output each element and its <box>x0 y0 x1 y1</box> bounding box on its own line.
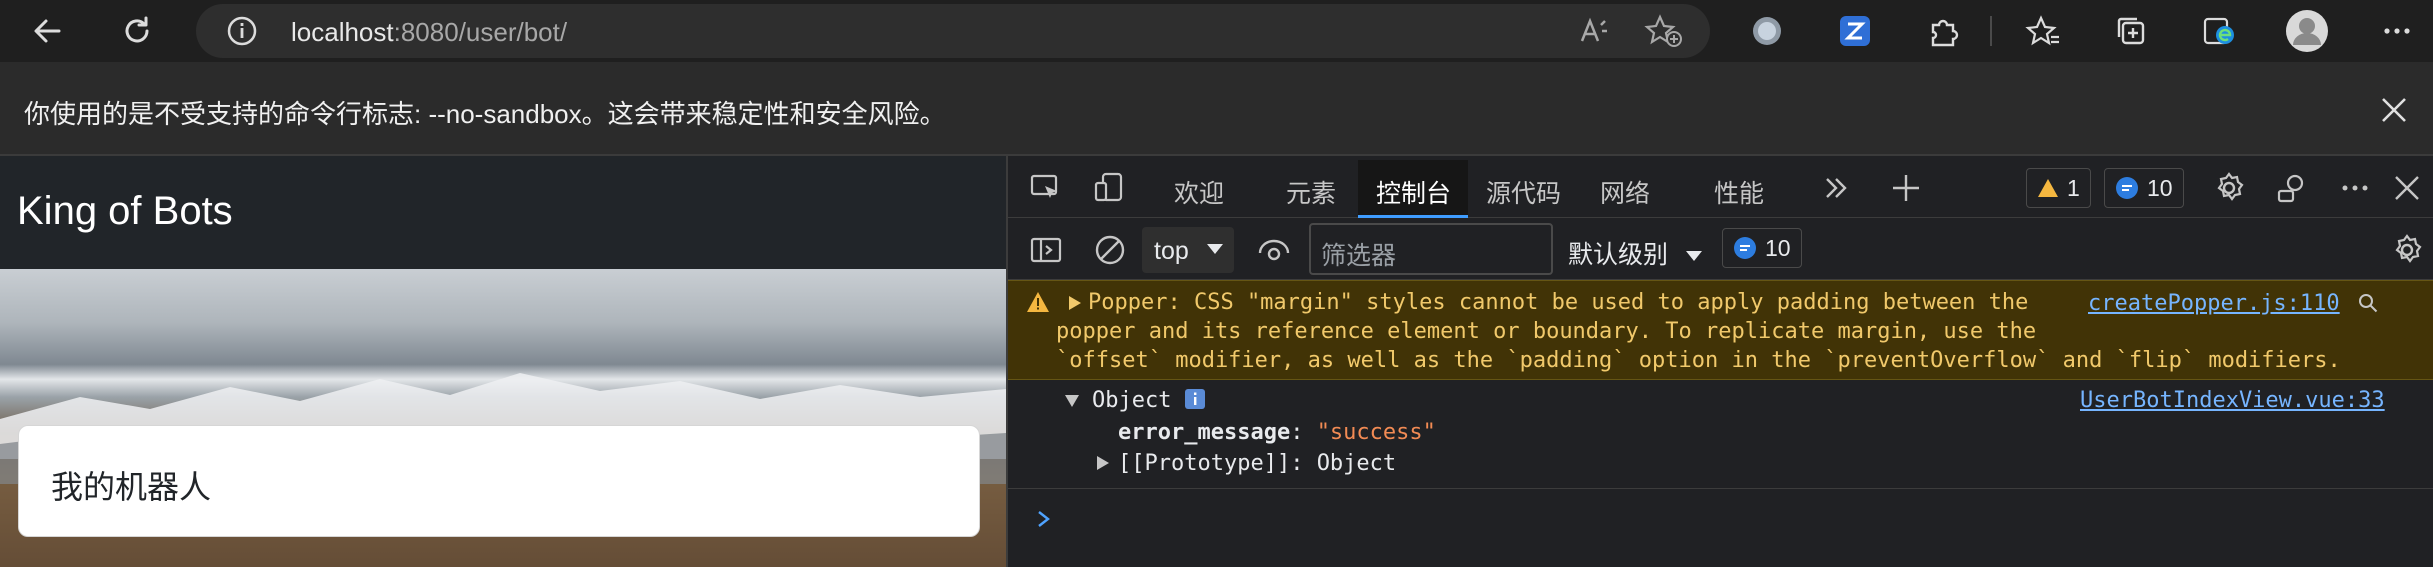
extension-circle-icon[interactable] <box>1744 8 1790 54</box>
my-bots-card: 我的机器人 <box>18 425 980 537</box>
background-image: 我的机器人 <box>0 269 1006 567</box>
profile-avatar[interactable] <box>2284 8 2330 54</box>
info-bar-message: 你使用的是不受支持的命令行标志: --no-sandbox。这会带来稳定性和安全… <box>24 99 946 129</box>
warning-count-badge[interactable]: 1 <box>2026 168 2091 208</box>
read-aloud-icon[interactable] <box>1576 13 1612 49</box>
info-bar: 你使用的是不受支持的命令行标志: --no-sandbox。这会带来稳定性和安全… <box>0 62 2433 156</box>
prototype-key: [[Prototype]] <box>1118 451 1291 476</box>
extensions-puzzle-icon[interactable] <box>1920 8 1966 54</box>
live-expression-eye-icon[interactable] <box>1256 232 1292 268</box>
more-tabs-icon[interactable] <box>1818 170 1854 206</box>
message-icon <box>2116 177 2138 199</box>
search-icon[interactable] <box>2356 291 2380 315</box>
warning-line: Popper: CSS "margin" styles cannot be us… <box>1088 290 2029 315</box>
expand-triangle-icon[interactable] <box>1068 295 1082 311</box>
toolbar-divider <box>1990 16 1992 46</box>
message-count: 10 <box>2147 174 2173 201</box>
sidebar-toggle-icon[interactable] <box>1028 232 1064 268</box>
tab-console[interactable]: 控制台 <box>1376 174 1451 210</box>
refresh-icon[interactable] <box>114 8 160 54</box>
issues-count: 10 <box>1765 234 1791 261</box>
chevron-right-icon <box>1038 511 1050 527</box>
extension-z-icon[interactable] <box>1832 8 1878 54</box>
property-value: "success" <box>1316 420 1436 445</box>
close-devtools-icon[interactable] <box>2389 170 2425 206</box>
console-settings-gear-icon[interactable] <box>2389 232 2425 268</box>
url-text[interactable]: localhost:8080/user/bot/ <box>291 17 567 48</box>
collapse-triangle-icon[interactable] <box>1064 394 1080 408</box>
web-page: King of Bots 我的机器人 <box>0 156 1006 567</box>
object-source-link[interactable]: UserBotIndexView.vue:33 <box>2080 388 2385 413</box>
tab-elements[interactable]: 元素 <box>1286 174 1336 210</box>
property-row: error_message: "success" <box>1118 420 1436 445</box>
devtools-tab-bar: 欢迎 元素 控制台 源代码 网络 性能 1 10 <box>1008 156 2433 218</box>
edge-icon[interactable] <box>2196 8 2242 54</box>
warning-source-link[interactable]: createPopper.js:110 <box>2088 291 2340 316</box>
context-value: top <box>1154 237 1189 265</box>
back-icon[interactable] <box>24 8 70 54</box>
settings-gear-icon[interactable] <box>2211 170 2247 206</box>
clear-console-icon[interactable] <box>1092 232 1128 268</box>
issues-count-badge[interactable]: 10 <box>1722 228 1802 268</box>
devtools-panel: 欢迎 元素 控制台 源代码 网络 性能 1 10 top 筛选器 默认级别 10… <box>1006 156 2433 567</box>
address-bar[interactable]: localhost:8080/user/bot/ <box>196 4 1710 58</box>
log-levels-label: 默认级别 <box>1568 241 1669 269</box>
log-levels-dropdown[interactable]: 默认级别 <box>1568 235 1703 271</box>
chevron-down-icon <box>1685 251 1702 262</box>
prototype-value: Object <box>1316 451 1397 476</box>
close-icon[interactable] <box>2374 90 2414 130</box>
browser-toolbar: localhost:8080/user/bot/ <box>0 0 2433 62</box>
console-warning-message: Popper: CSS "margin" styles cannot be us… <box>1008 280 2433 380</box>
url-path: :8080/user/bot/ <box>393 17 568 47</box>
navbar: King of Bots <box>0 156 1006 269</box>
device-emulation-icon[interactable] <box>1092 170 1128 206</box>
tab-sources[interactable]: 源代码 <box>1486 174 1561 210</box>
console-prompt[interactable] <box>1036 504 1052 536</box>
expand-triangle-icon[interactable] <box>1096 455 1110 471</box>
collections-icon[interactable] <box>2108 8 2154 54</box>
warning-count: 1 <box>2067 174 2080 201</box>
add-tab-icon[interactable] <box>1888 170 1924 206</box>
add-favorite-icon[interactable] <box>1644 13 1684 49</box>
message-count-badge[interactable]: 10 <box>2104 168 2184 208</box>
tab-welcome[interactable]: 欢迎 <box>1174 174 1224 210</box>
inspect-element-icon[interactable] <box>1028 170 1064 206</box>
favorites-icon[interactable] <box>2020 8 2066 54</box>
prototype-row[interactable]: [[Prototype]]: Object <box>1118 451 1396 476</box>
brand-link[interactable]: King of Bots <box>17 189 233 234</box>
filter-input[interactable]: 筛选器 <box>1309 223 1553 275</box>
console-log-object: Object UserBotIndexView.vue:33 error_mes… <box>1008 380 2433 489</box>
customize-icon[interactable] <box>2274 170 2310 206</box>
warning-icon <box>2038 179 2058 197</box>
info-icon[interactable] <box>226 15 258 47</box>
context-selector[interactable]: top <box>1142 227 1234 273</box>
devtools-more-icon[interactable] <box>2337 170 2373 206</box>
info-badge-icon <box>1185 389 1205 409</box>
tab-network[interactable]: 网络 <box>1600 174 1650 210</box>
more-icon[interactable] <box>2374 8 2420 54</box>
url-host: localhost <box>291 17 394 47</box>
warning-icon <box>1027 292 1049 312</box>
card-title: 我的机器人 <box>51 469 212 505</box>
tab-performance[interactable]: 性能 <box>1714 174 1764 210</box>
chevron-down-icon <box>1207 244 1223 254</box>
filter-placeholder: 筛选器 <box>1321 242 1397 270</box>
property-key: error_message <box>1118 420 1291 445</box>
console-toolbar: top 筛选器 默认级别 10 <box>1008 218 2433 280</box>
message-icon <box>1734 237 1756 259</box>
warning-line: `offset` modifier, as well as the `paddi… <box>1056 348 2341 373</box>
warning-line: popper and its reference element or boun… <box>1056 319 2037 344</box>
object-label[interactable]: Object <box>1092 388 1171 413</box>
